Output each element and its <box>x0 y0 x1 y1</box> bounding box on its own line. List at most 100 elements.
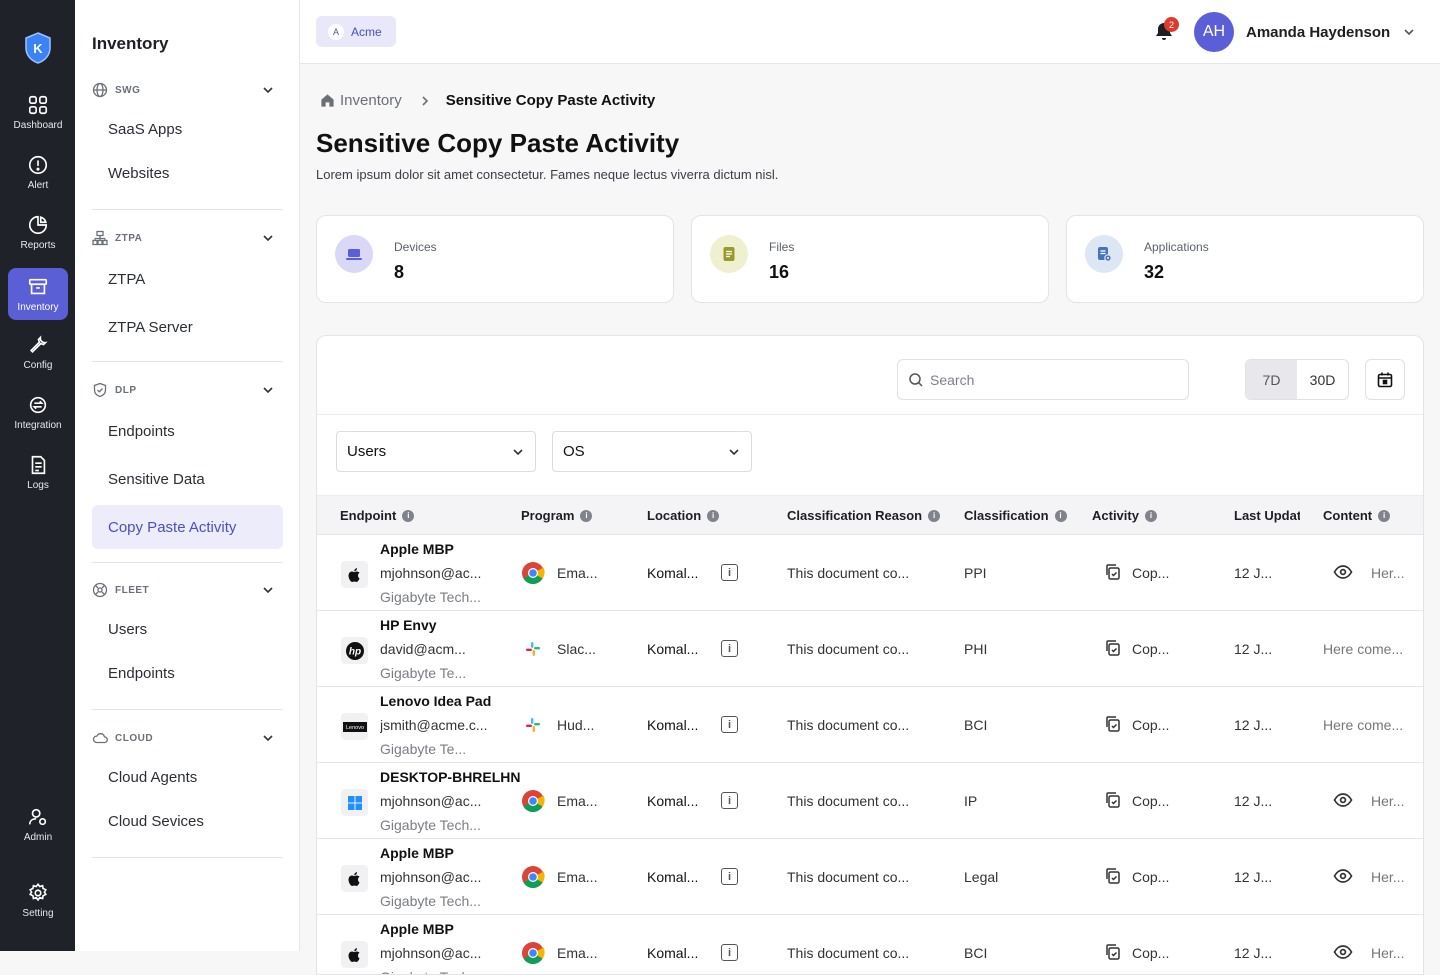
section-header-cloud[interactable]: CLOUD <box>92 726 283 750</box>
sidebar-item-ztpa[interactable]: ZTPA <box>92 255 283 303</box>
rail-item-dashboard[interactable]: Dashboard <box>8 86 68 138</box>
device-name[interactable]: Lenovo Idea Pad <box>380 693 491 709</box>
column-program[interactable]: Program i <box>521 508 593 523</box>
eye-icon[interactable] <box>1333 564 1353 580</box>
user-email: mjohnson@ac... <box>380 869 482 885</box>
info-icon[interactable]: i <box>721 640 738 657</box>
info-icon[interactable]: i <box>1144 509 1157 522</box>
info-icon[interactable]: i <box>1054 509 1067 522</box>
os-filter[interactable]: OS <box>552 431 752 472</box>
rail-item-setting[interactable]: Setting <box>8 874 68 926</box>
eye-icon[interactable] <box>1333 868 1353 884</box>
device-name[interactable]: Apple MBP <box>380 845 454 861</box>
column-content[interactable]: Content i <box>1323 508 1391 523</box>
search-box[interactable] <box>897 359 1189 400</box>
device-name[interactable]: Apple MBP <box>380 921 454 937</box>
info-icon[interactable]: i <box>721 868 738 885</box>
device-name[interactable]: DESKTOP-BHRELHN <box>380 769 521 785</box>
info-icon[interactable]: i <box>707 509 720 522</box>
rail-item-inventory[interactable]: Inventory <box>8 268 68 320</box>
classification-reason: This document co... <box>787 565 910 581</box>
divider <box>92 361 283 362</box>
sidebar-item-ztpa-server[interactable]: ZTPA Server <box>92 303 283 351</box>
sidebar-item-cloud-services[interactable]: Cloud Sevices <box>92 799 283 843</box>
sidebar-item-saas-apps[interactable]: SaaS Apps <box>92 107 283 151</box>
content-preview[interactable]: Here come... <box>1323 717 1411 733</box>
sidebar-item-sensitive-data[interactable]: Sensitive Data <box>92 455 283 503</box>
info-icon[interactable]: i <box>721 716 738 733</box>
info-icon[interactable]: i <box>402 509 415 522</box>
chevron-down-icon <box>263 387 273 394</box>
section-header-ztpa[interactable]: ZTPA <box>92 226 283 250</box>
rail-item-reports[interactable]: Reports <box>8 206 68 258</box>
sidebar-item-users[interactable]: Users <box>92 607 283 651</box>
wrench-icon <box>29 334 48 353</box>
chrome-icon <box>521 941 545 965</box>
sidebar-item-endpoints[interactable]: Endpoints <box>92 407 283 455</box>
chevron-down-icon <box>263 587 273 594</box>
breadcrumb-current: Sensitive Copy Paste Activity <box>445 92 656 109</box>
avatar[interactable]: AH <box>1194 12 1234 52</box>
table-row[interactable]: hp HP Envy david@acm... Gigabyte Te... Slac.… <box>317 611 1423 687</box>
chevron-down-icon[interactable] <box>1401 24 1417 40</box>
table-row[interactable]: Lenovo Lenovo Idea Pad jsmith@acme.c... Gig… <box>317 687 1423 763</box>
info-icon[interactable]: i <box>1378 509 1391 522</box>
rail-item-admin[interactable]: Admin <box>8 798 68 850</box>
rail-item-integration[interactable]: Integration <box>8 386 68 438</box>
rail-label: Integration <box>14 419 62 431</box>
rail-item-alert[interactable]: Alert <box>8 146 68 198</box>
user-name[interactable]: Amanda Haydenson <box>1246 24 1390 41</box>
content-preview[interactable]: Here come... <box>1323 641 1411 657</box>
users-filter[interactable]: Users <box>336 431 536 472</box>
section-header-swg[interactable]: SWG <box>92 78 283 102</box>
device-name[interactable]: Apple MBP <box>380 541 454 557</box>
section-header-dlp[interactable]: DLP <box>92 378 283 402</box>
eye-icon[interactable] <box>1333 944 1353 960</box>
cloud-icon <box>92 733 108 744</box>
program-name: Hud... <box>557 717 595 733</box>
calendar-button[interactable] <box>1365 359 1405 400</box>
sidebar-item-cloud-agents[interactable]: Cloud Agents <box>92 755 283 799</box>
sidebar-item-copy-paste-activity[interactable]: Copy Paste Activity <box>92 505 283 549</box>
column-label: Program <box>521 508 575 523</box>
chrome-icon <box>521 865 545 889</box>
column-last-updated[interactable]: Last Updated <box>1234 508 1300 523</box>
range-7d-button[interactable]: 7D <box>1246 360 1297 399</box>
table-row[interactable]: Apple MBP mjohnson@ac... Gigabyte Tech... E… <box>317 839 1423 915</box>
device-name[interactable]: HP Envy <box>380 617 437 633</box>
table-row[interactable]: Apple MBP mjohnson@ac... Gigabyte Tech... E… <box>317 915 1423 974</box>
range-30d-button[interactable]: 30D <box>1297 360 1348 399</box>
content-preview[interactable]: Her... <box>1371 793 1407 809</box>
org-switcher[interactable]: A Acme <box>316 16 396 47</box>
column-classification-reason[interactable]: Classification Reason i <box>787 508 941 523</box>
search-input[interactable] <box>930 371 1170 388</box>
column-classification[interactable]: Classification i <box>964 508 1067 523</box>
chevron-right-icon <box>422 95 428 106</box>
content-preview[interactable]: Her... <box>1371 945 1407 961</box>
sidebar-item-websites[interactable]: Websites <box>92 151 283 195</box>
lenovo-logo-icon: Lenovo <box>341 713 368 740</box>
column-endpoint[interactable]: Endpoint i <box>340 508 415 523</box>
info-icon[interactable]: i <box>580 509 593 522</box>
user-email: mjohnson@ac... <box>380 793 482 809</box>
pie-chart-icon <box>28 215 48 234</box>
section-header-fleet[interactable]: FLEET <box>92 578 283 602</box>
column-activity[interactable]: Activity i <box>1092 508 1157 523</box>
sidebar: Inventory SWG SaaS Apps Websites ZTPA ZT… <box>75 0 300 951</box>
breadcrumb-root[interactable]: Inventory <box>340 92 402 109</box>
sidebar-item-fleet-endpoints[interactable]: Endpoints <box>92 651 283 695</box>
rail-item-logs[interactable]: Logs <box>8 446 68 498</box>
rail-item-config[interactable]: Config <box>8 326 68 378</box>
info-icon[interactable]: i <box>721 792 738 809</box>
info-icon[interactable]: i <box>721 564 738 581</box>
last-updated: 12 J... <box>1234 717 1273 733</box>
table-row[interactable]: DESKTOP-BHRELHN mjohnson@ac... Gigabyte Te… <box>317 763 1423 839</box>
content-preview[interactable]: Her... <box>1371 565 1407 581</box>
info-icon[interactable]: i <box>928 509 941 522</box>
column-location[interactable]: Location i <box>647 508 720 523</box>
page-description: Lorem ipsum dolor sit amet consectetur. … <box>316 167 779 182</box>
info-icon[interactable]: i <box>721 944 738 961</box>
content-preview[interactable]: Her... <box>1371 869 1407 885</box>
table-row[interactable]: Apple MBP mjohnson@ac... Gigabyte Tech... E… <box>317 535 1423 611</box>
eye-icon[interactable] <box>1333 792 1353 808</box>
